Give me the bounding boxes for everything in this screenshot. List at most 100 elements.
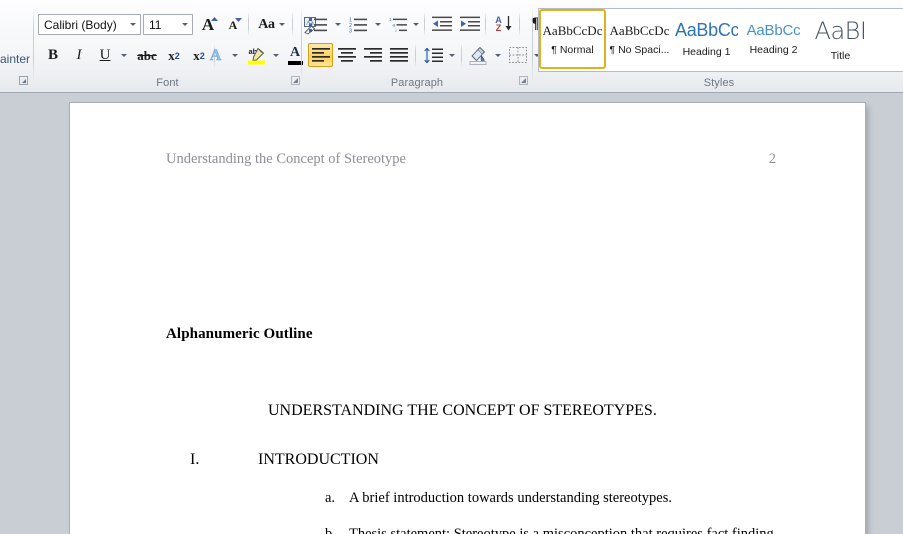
svg-text:3: 3 [349,28,352,33]
increase-indent-button[interactable] [456,12,483,36]
outline-text: A brief introduction towards understandi… [349,490,672,506]
ribbon: ainter Calibri (Body) 11 A A Aa Aa B I U… [0,0,903,93]
style-item-heading-1[interactable]: AaBbCс Heading 1 [673,9,740,69]
text-effects-label: A [209,46,222,64]
align-center-icon [337,48,356,62]
multilevel-list-icon: 1 a i [389,17,407,33]
outline-text: Thesis statement; Stereotype is a miscon… [349,526,774,534]
paragraph-group-label: Paragraph [390,77,444,89]
italic-label: I [76,47,82,63]
highlight-button[interactable]: ab [243,42,269,68]
text-effects-dropdown-arrow[interactable] [228,44,241,67]
highlight-icon: ab [247,47,265,64]
style-preview: AaBbCcDc [542,22,603,38]
underline-button[interactable]: U [93,44,117,67]
shrink-font-button[interactable]: A [221,13,245,36]
line-spacing-dropdown-arrow[interactable] [445,43,458,67]
line-spacing-button[interactable] [420,43,446,67]
style-name: ¶ Normal [551,43,594,56]
align-right-button[interactable] [360,43,385,67]
line-spacing-icon [423,47,443,63]
style-name: Title [830,49,851,62]
shading-button[interactable] [465,42,491,68]
font-name-dropdown-arrow[interactable] [125,15,140,34]
document-page[interactable]: Understanding the Concept of Stereotype … [70,103,865,534]
font-color-label: A [289,44,301,60]
running-head-text: Understanding the Concept of Stereotype [166,151,406,167]
outline-text: INTRODUCTION [258,451,379,468]
bullets-button[interactable] [306,12,331,36]
underline-dropdown-arrow[interactable] [117,44,131,67]
increase-indent-icon [459,16,480,31]
italic-button[interactable]: I [67,44,91,67]
font-size-dropdown-arrow[interactable] [177,15,192,34]
font-name-value: Calibri (Body) [44,17,117,32]
underline-label: U [99,47,111,63]
style-preview: AaBbCcDc [609,22,670,38]
align-left-button[interactable] [308,43,333,67]
borders-button[interactable] [505,43,531,67]
font-size-combo[interactable]: 11 [143,14,193,35]
multilevel-list-button[interactable]: 1 a i [386,12,411,36]
font-dialog-launcher[interactable] [290,75,301,86]
document-title: UNDERSTANDING THE CONCEPT OF STEREOTYPES… [268,402,657,419]
align-center-button[interactable] [334,43,359,67]
document-canvas[interactable]: Understanding the Concept of Stereotype … [0,93,903,534]
style-item-heading-2[interactable]: AaBbCc Heading 2 [740,9,807,69]
strikethrough-button[interactable]: abc [134,44,160,67]
style-preview: AaBbCс [675,20,738,40]
subscript-button[interactable]: x2 [162,44,186,67]
change-case-button[interactable]: Aa [253,13,290,36]
numbering-dropdown-arrow[interactable] [371,12,384,36]
styles-group-label: Styles [703,77,735,89]
font-group-label: Font [156,77,179,89]
justify-icon [389,48,408,62]
multilevel-list-dropdown-arrow[interactable] [409,12,422,36]
document-running-header: Understanding the Concept of Stereotype … [166,151,776,168]
shading-icon [469,46,487,65]
style-preview: AaBI [814,16,867,45]
sort-button[interactable]: A Z [490,12,517,36]
page-number: 2 [768,151,776,167]
sort-arrow-icon [505,16,512,31]
decrease-indent-icon [431,16,452,31]
clipboard-dialog-launcher[interactable] [18,75,29,86]
subscript-index: 2 [174,50,180,61]
numbering-button[interactable]: 1 2 3 [346,12,371,36]
text-effects-button[interactable]: A [203,44,228,67]
style-item-no-spacing[interactable]: AaBbCcDc ¶ No Spaci... [606,9,673,69]
outline-number: b. [325,526,336,534]
font-name-combo[interactable]: Calibri (Body) [38,14,141,35]
svg-text:a: a [393,22,396,27]
style-name: Heading 2 [749,44,798,56]
style-name: ¶ No Spaci... [609,43,670,56]
svg-text:1: 1 [389,17,392,22]
align-right-icon [363,48,382,62]
shading-dropdown-arrow[interactable] [491,43,504,67]
highlight-dropdown-arrow[interactable] [269,44,282,67]
ribbon-group-paragraph: 1 2 3 1 a i A Z ¶ Paragraph [302,0,540,92]
style-name: Heading 1 [682,46,731,58]
borders-icon [509,47,527,63]
numbered-list-icon: 1 2 3 [349,17,367,33]
change-case-label: Aa [258,16,275,32]
grow-font-button[interactable]: A [196,13,220,36]
bullets-dropdown-arrow[interactable] [331,12,344,36]
sort-z-label: Z [495,23,502,33]
section-label: Alphanumeric Outline [166,326,313,342]
styles-gallery[interactable]: AaBbCcDc ¶ Normal AaBbCcDc ¶ No Spaci...… [538,8,903,72]
ribbon-group-styles: AaBbCcDc ¶ Normal AaBbCcDc ¶ No Spaci...… [533,0,903,92]
decrease-indent-button[interactable] [428,12,455,36]
justify-button[interactable] [386,43,411,67]
bold-button[interactable]: B [41,44,65,67]
format-painter-button[interactable]: ainter [0,52,30,66]
style-item-title[interactable]: AaBI Title [807,9,874,69]
align-left-icon [311,48,330,62]
bullet-list-icon [309,17,327,32]
bold-label: B [47,47,58,63]
outline-number: a. [325,490,336,506]
paragraph-dialog-launcher[interactable] [518,75,529,86]
font-size-value: 11 [149,17,162,32]
svg-text:i: i [396,28,397,33]
style-item-normal[interactable]: AaBbCcDc ¶ Normal [539,9,606,69]
